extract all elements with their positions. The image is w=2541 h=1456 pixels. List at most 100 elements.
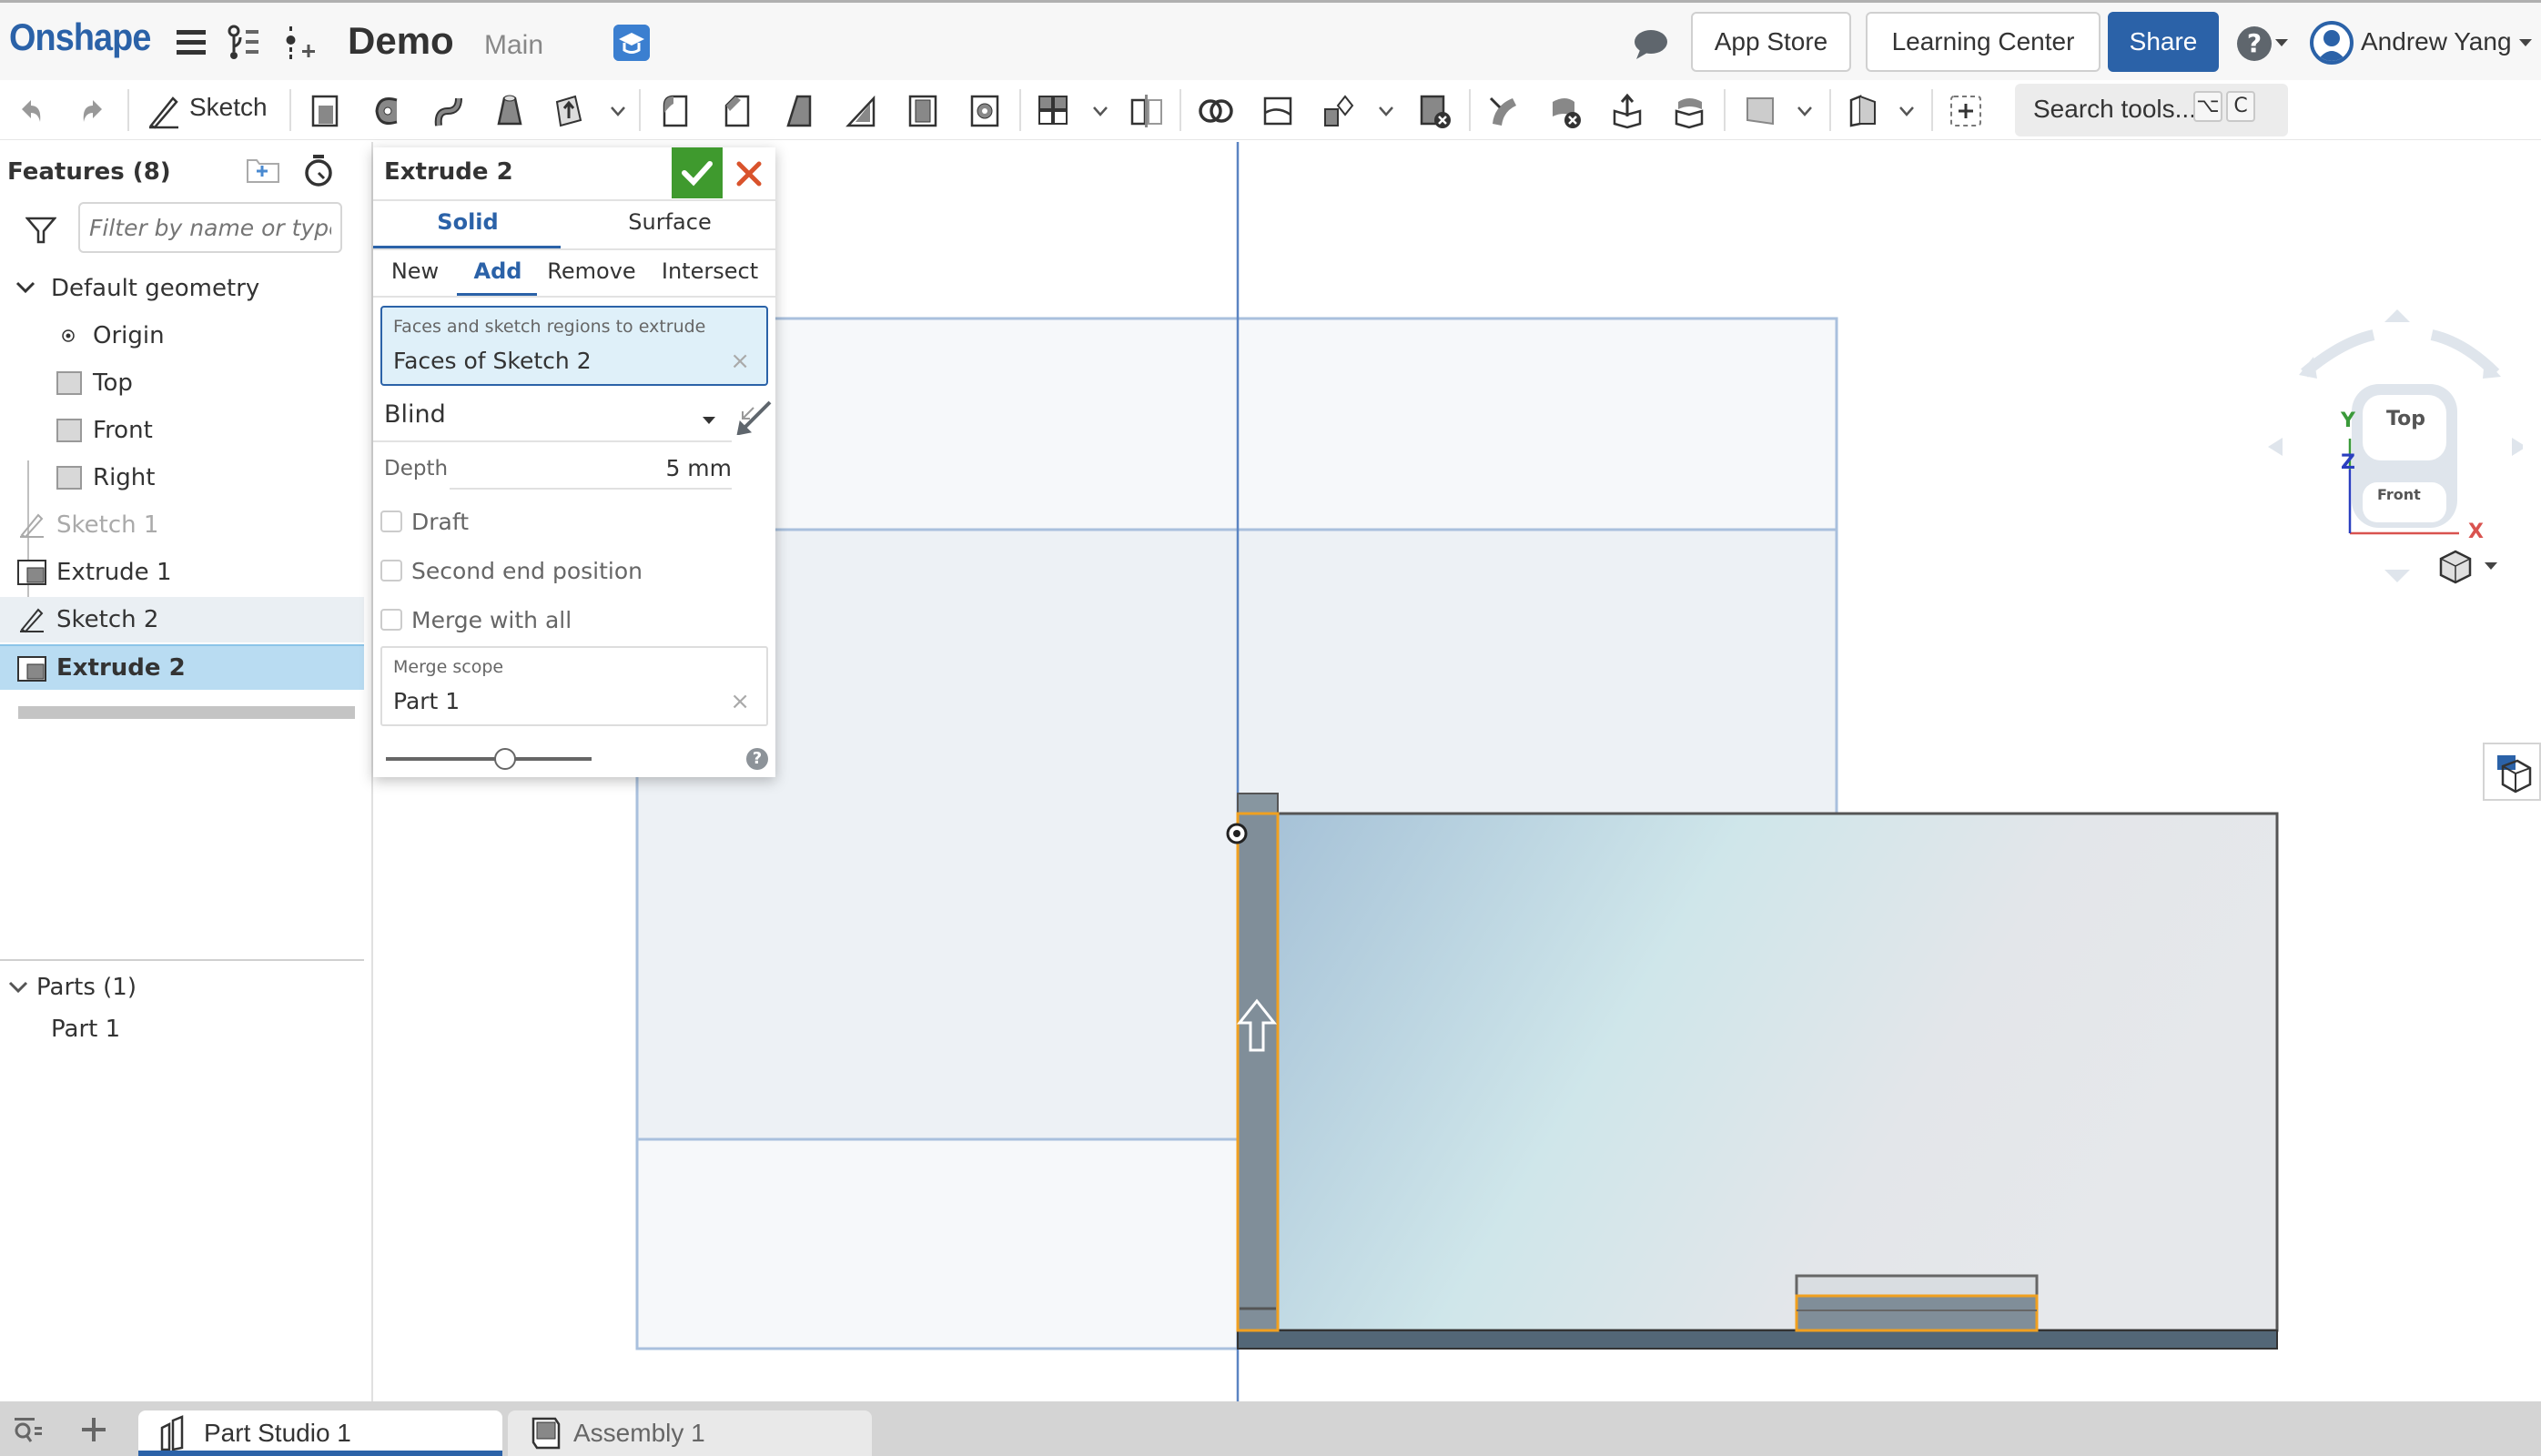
- mirror-icon[interactable]: [1129, 93, 1165, 129]
- parts-group[interactable]: Parts (1): [0, 965, 364, 1010]
- chevron-down-icon[interactable]: [15, 278, 36, 297]
- flip-direction-icon[interactable]: [735, 399, 772, 435]
- loft-icon[interactable]: [491, 93, 528, 129]
- tab-surface[interactable]: Surface: [564, 209, 775, 235]
- linear-pattern-icon[interactable]: [1036, 93, 1072, 129]
- boolean-icon[interactable]: [1198, 93, 1234, 129]
- filter-icon[interactable]: [25, 215, 56, 246]
- modify-fillet-icon[interactable]: [1485, 93, 1522, 129]
- chevron-down-icon[interactable]: [1090, 102, 1110, 120]
- chevron-down-icon[interactable]: [608, 102, 628, 120]
- faces-selection-field[interactable]: Faces and sketch regions to extrude Face…: [380, 306, 768, 386]
- redo-icon[interactable]: [75, 93, 111, 129]
- add-tab-icon[interactable]: [80, 1416, 107, 1443]
- chat-icon[interactable]: [1633, 28, 1669, 61]
- menu-icon[interactable]: [173, 25, 209, 61]
- add-folder-icon[interactable]: [246, 157, 280, 184]
- clear-faces-icon[interactable]: ×: [730, 348, 750, 375]
- cancel-button[interactable]: [724, 147, 774, 198]
- part-item[interactable]: Part 1: [0, 1006, 364, 1052]
- hole-icon[interactable]: [967, 93, 1003, 129]
- depth-input[interactable]: 5 mm: [659, 455, 732, 481]
- help-dropdown-caret-icon[interactable]: [2275, 39, 2288, 46]
- onshape-logo[interactable]: Onshape: [9, 15, 151, 59]
- shell-icon[interactable]: [905, 93, 941, 129]
- undo-icon[interactable]: [13, 93, 49, 129]
- merge-scope-field[interactable]: Merge scope Part 1 ×: [380, 646, 768, 726]
- plane-icon[interactable]: [1742, 93, 1778, 129]
- merge-all-checkbox-row[interactable]: Merge with all: [380, 604, 572, 635]
- sweep-icon[interactable]: [431, 93, 468, 129]
- user-menu-caret-icon[interactable]: [2519, 39, 2532, 46]
- learning-center-button[interactable]: Learning Center: [1866, 12, 2101, 72]
- default-geometry-group[interactable]: Default geometry: [0, 266, 364, 311]
- stopwatch-icon[interactable]: [302, 153, 335, 187]
- tree-item-extrude-2[interactable]: Extrude 2: [0, 644, 364, 690]
- preview-slider-thumb[interactable]: [494, 748, 517, 770]
- thicken-icon[interactable]: [552, 93, 588, 129]
- tab-part-studio-1[interactable]: Part Studio 1: [138, 1410, 502, 1456]
- user-name[interactable]: Andrew Yang: [2361, 27, 2512, 56]
- move-face-icon[interactable]: [1609, 93, 1645, 129]
- transform-icon[interactable]: [1321, 93, 1358, 129]
- tree-item-sketch-1[interactable]: Sketch 1: [0, 502, 364, 548]
- view-cube-top-face[interactable]: Top: [2386, 408, 2425, 430]
- replace-face-icon[interactable]: [1671, 93, 1707, 129]
- rollback-bar[interactable]: [18, 706, 355, 719]
- help-icon[interactable]: ?: [2237, 26, 2272, 61]
- view-cube-front-face[interactable]: Front: [2377, 486, 2421, 503]
- end-type-caret-icon[interactable]: [703, 417, 715, 424]
- merge-all-checkbox[interactable]: [380, 609, 402, 631]
- dialog-help-icon[interactable]: ?: [746, 748, 768, 770]
- chevron-down-icon[interactable]: [1376, 102, 1396, 120]
- document-title[interactable]: Demo: [348, 19, 454, 63]
- extrude-icon[interactable]: [308, 93, 344, 129]
- tree-item-right-plane[interactable]: Right: [0, 455, 364, 500]
- mate-connector-icon[interactable]: [1846, 93, 1882, 129]
- tab-add[interactable]: Add: [457, 258, 539, 284]
- avatar[interactable]: [2310, 21, 2354, 65]
- draft-checkbox[interactable]: [380, 511, 402, 532]
- clear-merge-scope-icon[interactable]: ×: [730, 688, 750, 715]
- second-end-checkbox[interactable]: [380, 560, 402, 581]
- tab-solid[interactable]: Solid: [373, 209, 562, 235]
- filter-input[interactable]: [78, 202, 342, 253]
- share-button[interactable]: Share: [2108, 12, 2219, 72]
- add-custom-feature-icon[interactable]: [1948, 93, 1984, 129]
- sketch-pencil-icon[interactable]: [146, 93, 182, 129]
- second-end-checkbox-row[interactable]: Second end position: [380, 555, 643, 586]
- view-options-cube-icon[interactable]: [2437, 548, 2474, 584]
- delete-part-icon[interactable]: [1416, 93, 1453, 129]
- chevron-down-icon[interactable]: [7, 979, 29, 996]
- tab-new[interactable]: New: [373, 258, 457, 284]
- end-type-select[interactable]: Blind: [384, 400, 446, 429]
- draft-checkbox-row[interactable]: Draft: [380, 506, 469, 537]
- tab-manager-icon[interactable]: [13, 1416, 46, 1445]
- preview-slider-track[interactable]: [386, 757, 592, 761]
- app-store-button[interactable]: App Store: [1691, 12, 1851, 72]
- insert-icon[interactable]: [282, 25, 319, 61]
- sketch-button[interactable]: Sketch: [189, 93, 268, 122]
- revolve-icon[interactable]: [370, 93, 406, 129]
- version-graph-icon[interactable]: [226, 25, 262, 61]
- named-views-button[interactable]: [2483, 743, 2541, 801]
- delete-face-icon[interactable]: [1547, 93, 1584, 129]
- tree-item-origin[interactable]: Origin: [0, 313, 364, 359]
- tab-intersect[interactable]: Intersect: [646, 258, 774, 284]
- rib-icon[interactable]: [843, 93, 879, 129]
- view-cube[interactable]: Top Front X Y Z: [2250, 306, 2526, 606]
- tab-remove[interactable]: Remove: [541, 258, 643, 284]
- learning-badge-icon[interactable]: [613, 25, 650, 61]
- draft-icon[interactable]: [781, 93, 817, 129]
- fillet-icon[interactable]: [657, 93, 693, 129]
- tree-item-sketch-2[interactable]: Sketch 2: [0, 597, 364, 642]
- branch-label[interactable]: Main: [484, 30, 543, 61]
- split-icon[interactable]: [1260, 93, 1296, 129]
- tree-item-extrude-1[interactable]: Extrude 1: [0, 550, 364, 595]
- chamfer-icon[interactable]: [719, 93, 755, 129]
- accept-button[interactable]: [672, 147, 723, 198]
- chevron-down-icon[interactable]: [1795, 102, 1815, 120]
- tree-item-front-plane[interactable]: Front: [0, 408, 364, 453]
- tab-assembly-1[interactable]: Assembly 1: [508, 1410, 872, 1456]
- view-options-caret-icon[interactable]: [2485, 562, 2497, 570]
